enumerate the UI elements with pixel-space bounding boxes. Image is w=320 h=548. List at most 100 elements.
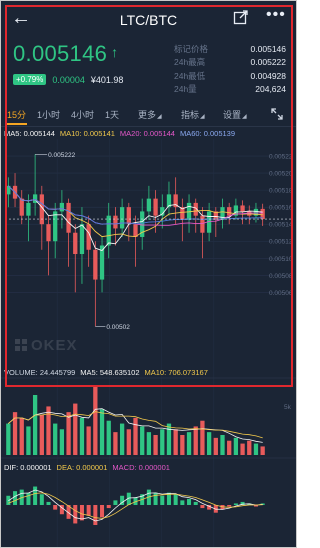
y-tick-label: 0.00514 <box>269 222 293 229</box>
volume-bar <box>146 432 152 455</box>
volume-ma10: MA10: 706.073167 <box>144 368 208 377</box>
volume-bar <box>93 386 98 455</box>
macd-bar <box>180 500 185 505</box>
volume-bar <box>220 435 225 455</box>
candle-body <box>73 232 78 255</box>
volume-bar <box>66 412 71 455</box>
volume-bar <box>247 440 252 455</box>
change-amount: 0.00004 <box>52 74 85 85</box>
macd-bar <box>153 492 158 505</box>
volume-bar <box>260 446 265 455</box>
caret-down-icon: ◢ <box>157 114 162 120</box>
macd-bar <box>200 505 205 509</box>
volume-bar <box>32 395 38 455</box>
volume-bar <box>180 435 185 455</box>
tab-indicators-label: 指标 <box>181 110 200 120</box>
tab-1h[interactable]: 1小时 <box>37 108 60 121</box>
volume-bar <box>193 426 198 455</box>
more-options-icon[interactable]: ••• <box>266 6 286 24</box>
fullscreen-icon[interactable] <box>271 108 283 120</box>
macd-bar <box>53 505 58 510</box>
caret-down-icon: ◢ <box>200 114 205 120</box>
y-tick-label: 0.00508 <box>269 273 293 280</box>
candle-body <box>93 249 98 280</box>
macd-bar <box>173 494 178 505</box>
change-percent-badge: +0.79% <box>13 74 47 85</box>
stat-row: 24h最高 0.005222 <box>174 56 286 70</box>
cny-price: ¥401.98 <box>90 74 124 85</box>
volume-bar <box>19 417 24 455</box>
candle-body <box>26 202 31 216</box>
volume-bar <box>99 409 105 455</box>
volume-legend: VOLUME: 24.445799 MA5: 548.635102 MA10: … <box>4 368 208 377</box>
macd-bar <box>46 501 51 505</box>
volume-bar <box>227 440 232 455</box>
caret-down-icon: ◢ <box>242 114 247 120</box>
volume-bar <box>59 429 65 455</box>
volume-bar <box>233 437 239 455</box>
y-tick-label: 0.00512 <box>269 239 293 246</box>
stat-value: 204,624 <box>255 84 286 95</box>
tab-more[interactable]: 更多◢ <box>138 108 162 121</box>
dif-value: DIF: 0.000001 <box>4 463 52 472</box>
volume-bar <box>6 423 11 455</box>
macd-bar <box>160 495 165 505</box>
candle-body <box>153 198 158 216</box>
y-tick-label: 0.00520 <box>269 171 293 178</box>
y-tick-label: 0.00518 <box>269 188 293 195</box>
macd-bar <box>79 505 84 521</box>
macd-bar <box>13 491 18 505</box>
candle-body <box>59 202 65 212</box>
volume-bar <box>173 429 178 455</box>
tab-more-label: 更多 <box>138 110 157 120</box>
last-price: 0.005146 <box>13 41 108 66</box>
stat-value: 0.005222 <box>250 57 286 68</box>
volume-bar <box>39 415 44 455</box>
share-icon[interactable] <box>233 9 249 25</box>
tab-1d[interactable]: 1天 <box>105 108 119 121</box>
candle-body <box>113 215 118 229</box>
macd-bar <box>93 505 98 525</box>
tab-4h[interactable]: 4小时 <box>71 108 94 121</box>
macd-bar <box>86 505 91 516</box>
y-tick-label: 0.00510 <box>269 256 293 263</box>
low-label: 0.00502 <box>106 324 130 331</box>
candle-body <box>79 224 85 255</box>
volume-bar <box>106 420 111 455</box>
candle-body <box>53 211 58 242</box>
stat-label: 24h最低 <box>174 70 206 81</box>
tab-15m[interactable]: 15分 <box>7 108 26 121</box>
candle-body <box>106 215 111 246</box>
volume-bar <box>186 432 192 455</box>
candle-body <box>146 198 152 212</box>
volume-bar <box>119 423 125 455</box>
watermark-text: OKEX <box>31 337 78 354</box>
top-bar: ← LTC/BTC ••• <box>1 1 296 37</box>
candle-body <box>133 224 138 237</box>
volume-bar <box>26 426 31 455</box>
volume-tick-label: 5k <box>284 404 292 411</box>
tab-settings[interactable]: 设置◢ <box>223 108 247 121</box>
tab-settings-label: 设置 <box>223 110 242 120</box>
macd-bar <box>33 486 38 505</box>
tab-indicators[interactable]: 指标◢ <box>181 108 205 121</box>
stat-row: 24h最低 0.004928 <box>174 69 286 83</box>
volume-bar <box>113 432 118 455</box>
candle-body <box>227 207 232 216</box>
stat-label: 24h最高 <box>174 57 206 68</box>
stat-row: 24h量 204,624 <box>174 83 286 97</box>
price-up-arrow-icon: ↑ <box>111 44 119 60</box>
y-tick-label: 0.00506 <box>269 290 293 297</box>
interval-tabs: 15分 1小时 4小时 1天 更多◢ 指标◢ 设置◢ <box>1 102 296 126</box>
stat-label: 24h量 <box>174 84 197 95</box>
price-change-row: +0.79% 0.00004 ¥401.98 <box>13 74 123 85</box>
candle-body <box>200 215 205 233</box>
volume-bar <box>86 426 91 455</box>
candle-body <box>240 205 245 212</box>
okex-logo-icon <box>15 339 27 351</box>
volume-bar <box>140 426 145 455</box>
volume-bar <box>73 403 78 455</box>
volume-bar <box>53 423 58 455</box>
pair-title: LTC/BTC <box>119 12 178 28</box>
candle-body <box>46 224 51 242</box>
